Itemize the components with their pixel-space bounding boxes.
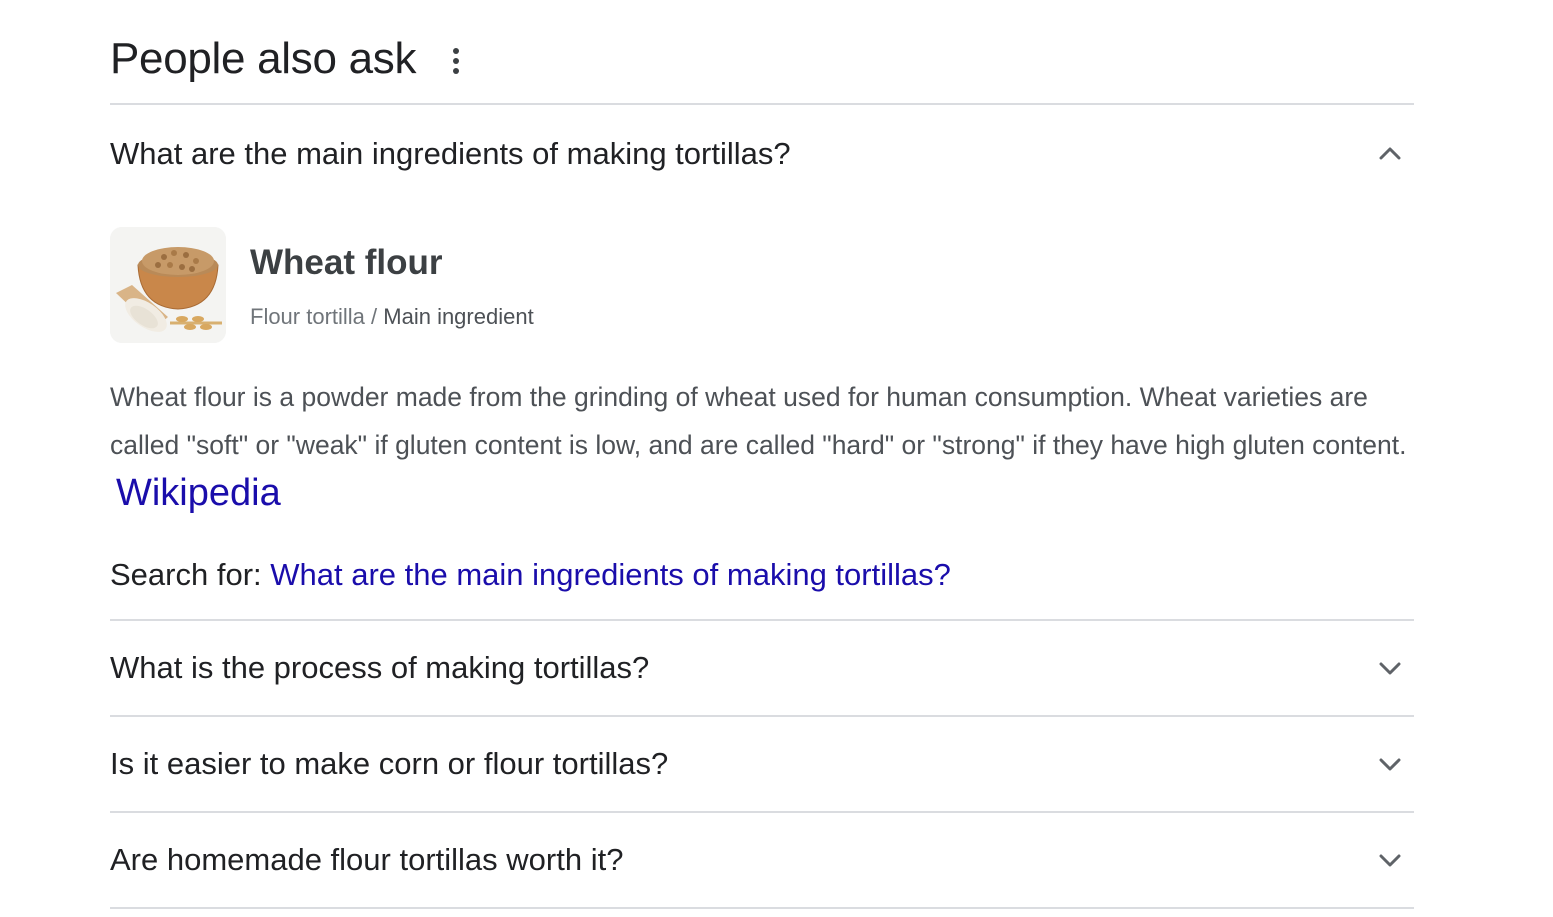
wheat-flour-image[interactable] — [110, 227, 226, 343]
chevron-down-icon[interactable] — [1376, 846, 1404, 874]
question-row[interactable]: What are the main ingredients of making … — [110, 105, 1414, 203]
answer-subtitle-prefix[interactable]: Flour tortilla / — [250, 304, 383, 329]
question-row[interactable]: What is the process of making tortillas? — [110, 621, 1414, 715]
panel-header: People also ask — [110, 0, 1414, 103]
answer-subtitle: Flour tortilla / Main ingredient — [250, 303, 534, 331]
question-text: Are homemade flour tortillas worth it? — [110, 842, 624, 877]
source-link[interactable]: Wikipedia — [116, 472, 281, 514]
answer-body-text: Wheat flour is a powder made from the gr… — [110, 382, 1407, 460]
people-also-ask-panel: People also ask What are the main ingred… — [110, 0, 1414, 909]
panel-title: People also ask — [110, 34, 417, 83]
chevron-down-icon[interactable] — [1376, 654, 1404, 682]
question-row[interactable]: Is it easier to make corn or flour torti… — [110, 717, 1414, 811]
answer-title[interactable]: Wheat flour — [250, 241, 442, 285]
answer-body: Wheat flour is a powder made from the gr… — [110, 373, 1410, 520]
divider — [110, 907, 1414, 909]
question-text: What are the main ingredients of making … — [110, 136, 791, 171]
search-for-label: Search for: — [110, 557, 271, 592]
question-row[interactable]: Are homemade flour tortillas worth it? — [110, 813, 1414, 907]
question-text: Is it easier to make corn or flour torti… — [110, 746, 669, 781]
answer-subtitle-main: Main ingredient — [383, 304, 534, 329]
more-vert-icon[interactable] — [446, 46, 466, 76]
chevron-up-icon[interactable] — [1376, 140, 1404, 168]
question-text: What is the process of making tortillas? — [110, 650, 650, 685]
search-for-link[interactable]: What are the main ingredients of making … — [270, 557, 951, 592]
chevron-down-icon[interactable] — [1376, 750, 1404, 778]
answer-panel: Wheat flour Flour tortilla / Main ingred… — [110, 203, 1414, 619]
search-for: Search for: What are the main ingredient… — [110, 555, 951, 595]
